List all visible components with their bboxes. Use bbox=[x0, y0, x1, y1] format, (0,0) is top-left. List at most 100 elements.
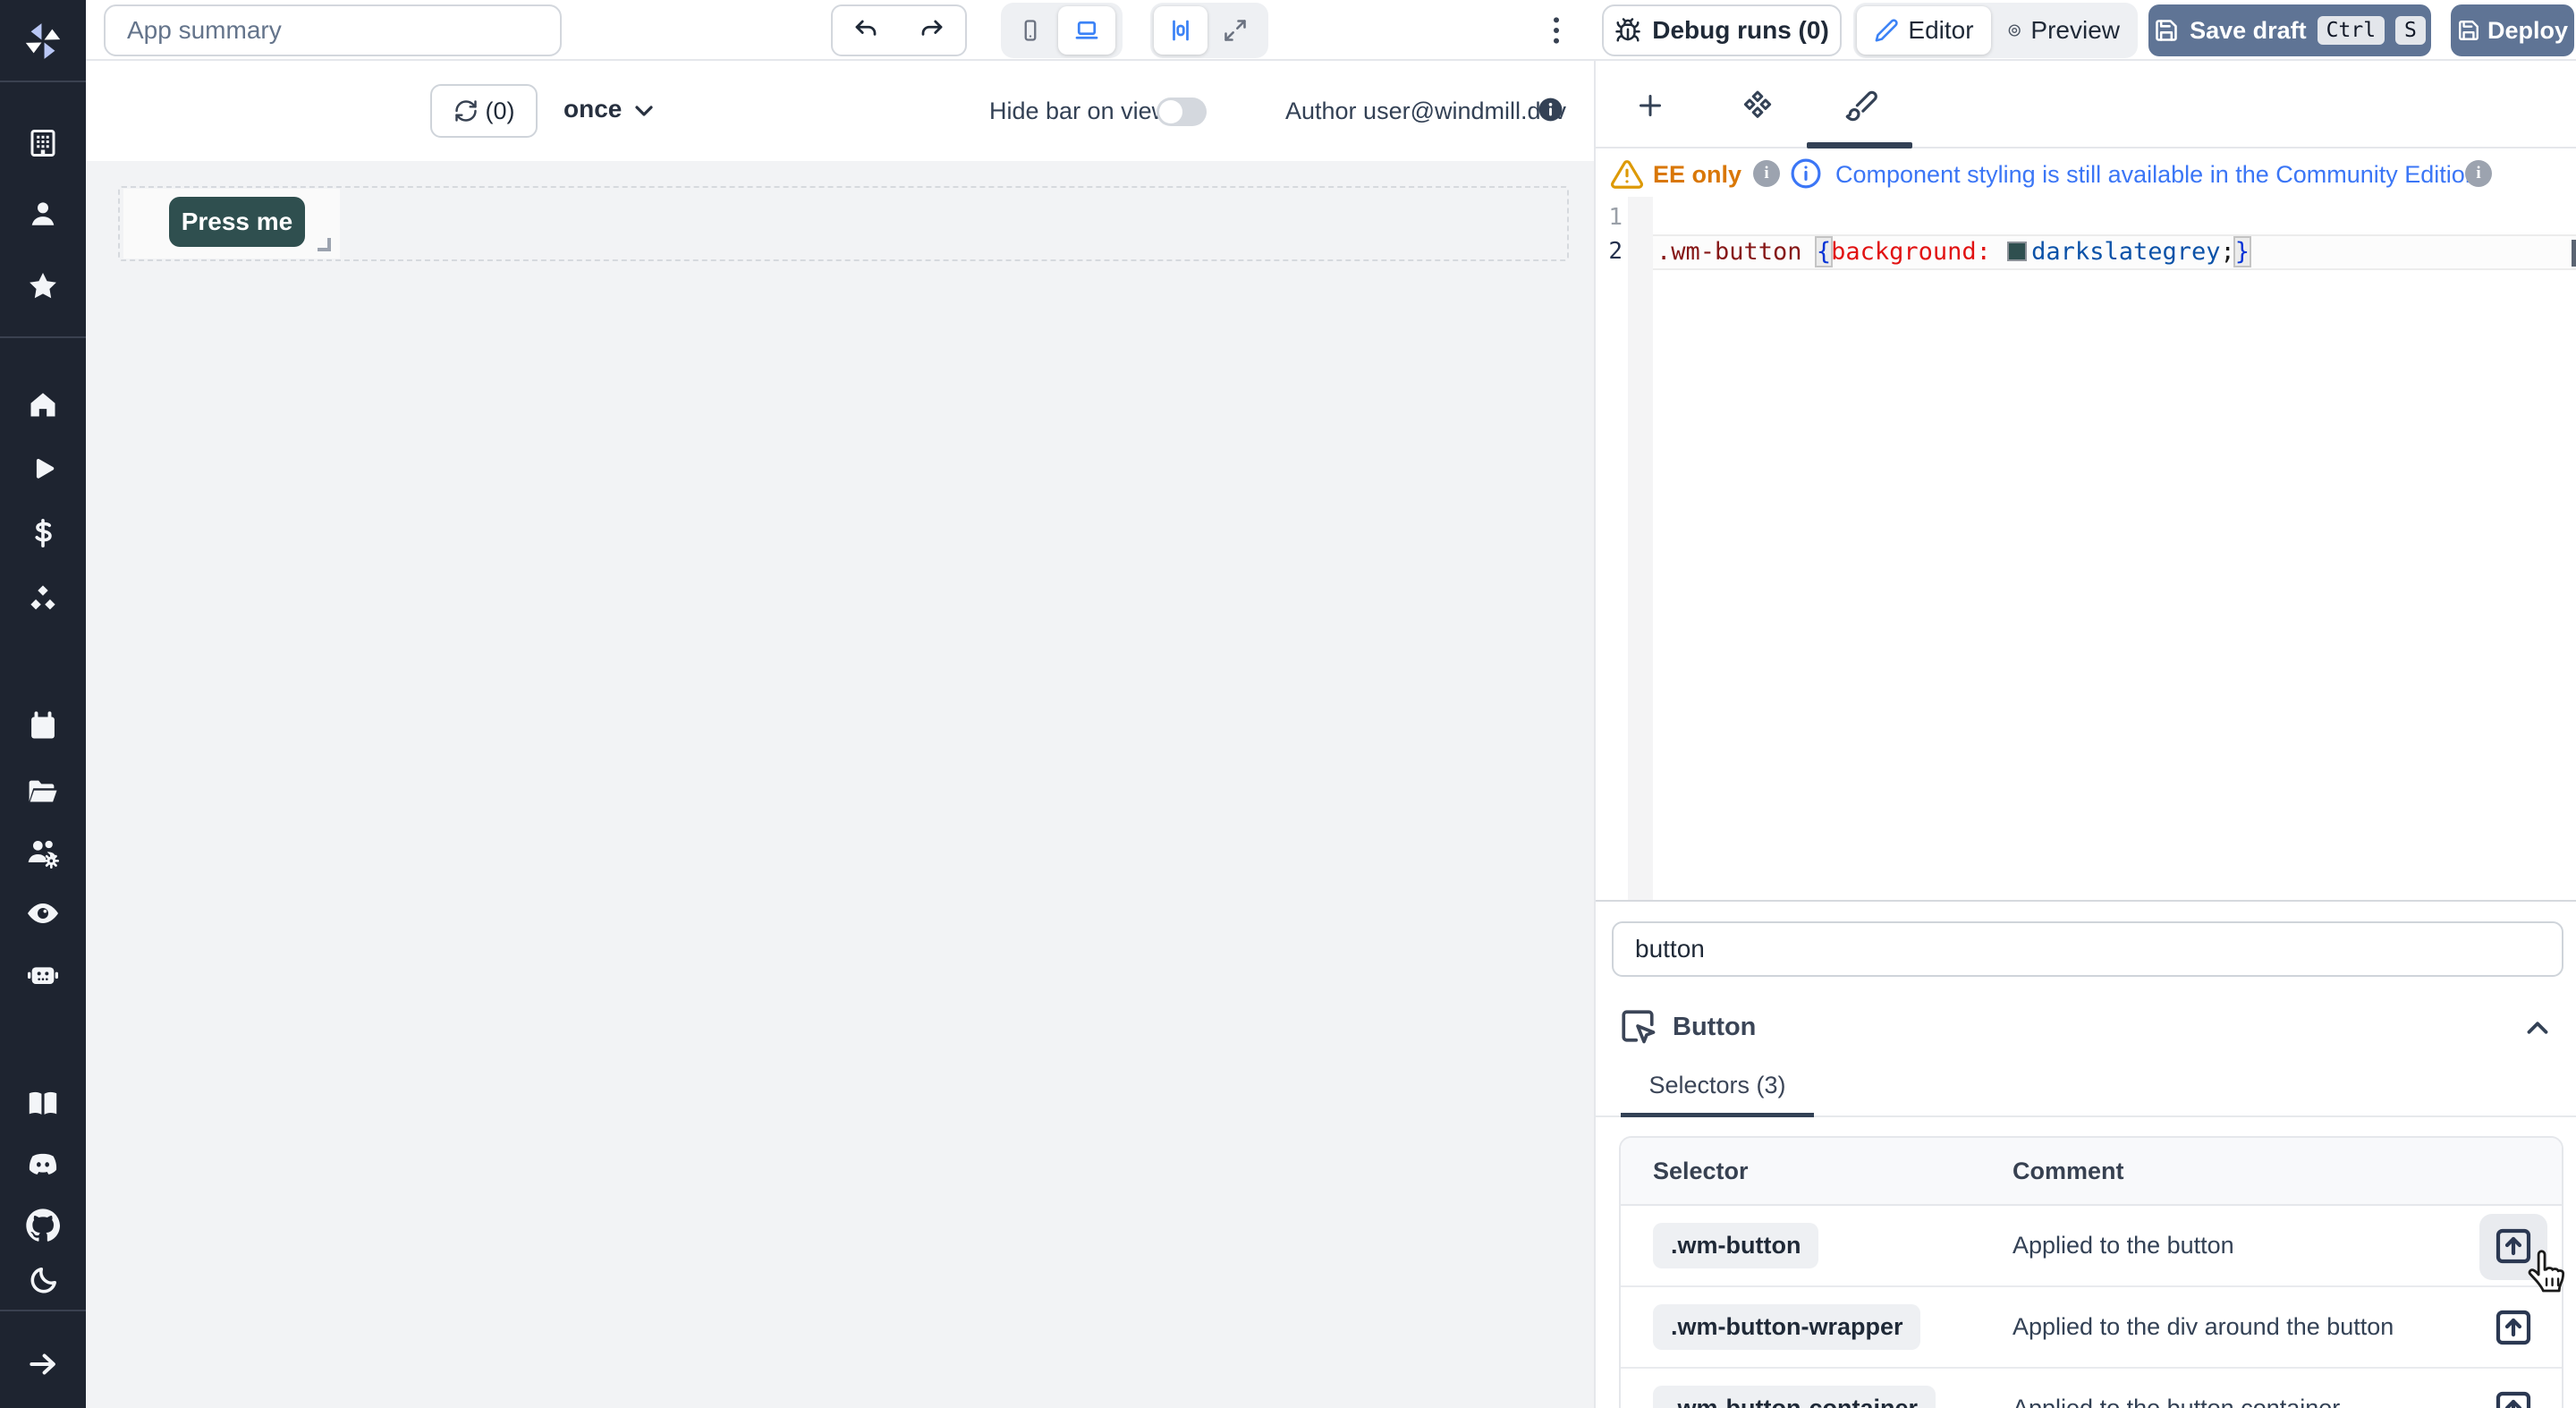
maximize-icon bbox=[1223, 18, 1248, 43]
hide-bar-toggle[interactable] bbox=[1157, 98, 1207, 126]
press-me-button[interactable]: Press me bbox=[169, 197, 305, 247]
dollar-icon bbox=[27, 517, 59, 549]
insert-selector-button[interactable] bbox=[2490, 1223, 2537, 1269]
css-code-line[interactable]: .wm-button {background: darkslategrey;} bbox=[1657, 236, 2250, 270]
css-editor[interactable]: 1 2 .wm-button {background: darkslategre… bbox=[1596, 197, 2576, 900]
schedule-dropdown[interactable] bbox=[630, 97, 658, 125]
tab-insert-component[interactable] bbox=[1610, 81, 1690, 131]
kbd-ctrl: Ctrl bbox=[2318, 16, 2385, 45]
windmill-logo[interactable] bbox=[21, 20, 64, 63]
sidebar-item-discord[interactable] bbox=[21, 1143, 64, 1186]
sidebar-divider bbox=[0, 81, 86, 82]
button-component-cell[interactable]: Press me bbox=[123, 189, 340, 259]
semicolon-token: ; bbox=[2221, 238, 2235, 266]
sidebar-item-resources[interactable] bbox=[21, 578, 64, 621]
sidebar-item-groups[interactable] bbox=[21, 831, 64, 874]
deploy-button[interactable]: Deploy bbox=[2451, 4, 2574, 56]
canvas-toolbar: (0) once Hide bar on view Author user@wi… bbox=[86, 61, 1594, 161]
sidebar-item-variables[interactable] bbox=[21, 512, 64, 555]
undo-button[interactable] bbox=[831, 4, 900, 56]
tab-components[interactable] bbox=[1717, 81, 1798, 131]
preview-icon bbox=[2007, 18, 2021, 43]
close-brace-token: } bbox=[2235, 238, 2250, 266]
mobile-view-button[interactable] bbox=[1004, 6, 1056, 55]
app-canvas[interactable]: Press me bbox=[86, 161, 1594, 1408]
redo-button[interactable] bbox=[898, 4, 967, 56]
users-settings-icon bbox=[25, 835, 61, 870]
active-tab-indicator bbox=[1807, 142, 1912, 148]
line-number: 2 bbox=[1596, 234, 1623, 268]
undo-icon bbox=[852, 17, 879, 44]
refresh-icon bbox=[453, 98, 479, 123]
editor-gutter bbox=[1628, 197, 1653, 900]
sidebar-item-github[interactable] bbox=[21, 1204, 64, 1247]
laptop-icon bbox=[1073, 17, 1100, 44]
boxes-icon bbox=[26, 582, 60, 616]
tab-preview[interactable]: Preview bbox=[1993, 6, 2134, 55]
windmill-logo-icon bbox=[22, 21, 64, 62]
app-summary-input[interactable] bbox=[104, 4, 562, 56]
refresh-button[interactable]: (0) bbox=[430, 84, 538, 138]
selector-pill: .wm-button bbox=[1653, 1223, 1818, 1268]
component-grid-row[interactable]: Press me bbox=[118, 186, 1569, 261]
sidebar-item-home[interactable] bbox=[21, 383, 64, 426]
selectors-tab[interactable]: Selectors (3) bbox=[1621, 1072, 1814, 1112]
community-edition-notice[interactable]: Component styling is still available in … bbox=[1835, 161, 2479, 189]
warning-triangle-icon bbox=[1610, 157, 1644, 191]
tab-preview-label: Preview bbox=[2030, 16, 2120, 45]
insert-selector-button[interactable] bbox=[2490, 1304, 2537, 1351]
css-selector-token: .wm-button bbox=[1657, 238, 1802, 266]
right-panel: EE only i Component styling is still ava… bbox=[1594, 61, 2576, 1408]
ee-warning-row: EE only i Component styling is still ava… bbox=[1596, 154, 2576, 197]
center-content-button[interactable] bbox=[1154, 6, 1208, 55]
color-swatch[interactable] bbox=[2007, 242, 2027, 261]
desktop-view-button[interactable] bbox=[1058, 6, 1115, 55]
tab-styling[interactable] bbox=[1821, 81, 1902, 131]
brush-icon bbox=[1844, 89, 1878, 123]
chevron-up-icon bbox=[2521, 1011, 2555, 1045]
star-icon bbox=[26, 269, 60, 303]
component-search-input[interactable] bbox=[1612, 921, 2563, 977]
sidebar-item-favorites[interactable] bbox=[21, 265, 64, 308]
sidebar-collapse-button[interactable] bbox=[21, 1343, 64, 1386]
user-icon bbox=[27, 198, 59, 230]
save-icon bbox=[2154, 18, 2179, 43]
sidebar-item-schedules[interactable] bbox=[21, 705, 64, 748]
sidebar-item-workers[interactable] bbox=[21, 953, 64, 996]
collapse-section-button[interactable] bbox=[2521, 1011, 2555, 1045]
tab-editor[interactable]: Editor bbox=[1857, 6, 1991, 55]
resize-handle[interactable] bbox=[318, 238, 331, 251]
sidebar-item-workspace[interactable] bbox=[21, 122, 64, 165]
eye-icon bbox=[25, 895, 61, 931]
insert-selector-button[interactable] bbox=[2490, 1386, 2537, 1408]
sidebar-item-docs[interactable] bbox=[21, 1082, 64, 1125]
sidebar-divider bbox=[0, 336, 86, 338]
notice-more-info-icon[interactable]: i bbox=[2465, 160, 2492, 187]
debug-runs-button[interactable]: Debug runs (0) bbox=[1602, 4, 1842, 56]
author-info-icon[interactable] bbox=[1537, 96, 1564, 123]
tab-editor-label: Editor bbox=[1908, 16, 1973, 45]
table-row: .wm-button-container Applied to the butt… bbox=[1621, 1369, 2562, 1408]
author-label: Author user@windmill.dev bbox=[1285, 98, 1566, 125]
schedule-mode-label[interactable]: once bbox=[564, 95, 622, 123]
fullscreen-button[interactable] bbox=[1209, 6, 1261, 55]
sidebar-item-runs[interactable] bbox=[21, 448, 64, 491]
github-icon bbox=[25, 1208, 61, 1243]
folder-open-icon bbox=[26, 774, 60, 808]
component-section-title: Button bbox=[1673, 1013, 1756, 1042]
sidebar-item-theme[interactable] bbox=[21, 1260, 64, 1302]
hide-bar-label: Hide bar on view bbox=[989, 98, 1169, 125]
components-diamonds-icon bbox=[1741, 89, 1775, 123]
sidebar-item-user[interactable] bbox=[21, 192, 64, 235]
save-draft-button[interactable]: Save draft Ctrl S bbox=[2148, 4, 2431, 56]
panel-divider[interactable] bbox=[1596, 900, 2576, 902]
save-draft-label: Save draft bbox=[2190, 17, 2307, 45]
more-menu-button[interactable] bbox=[1544, 9, 1569, 52]
chevron-down-icon bbox=[630, 97, 658, 125]
play-icon bbox=[28, 454, 58, 485]
sidebar-item-folders[interactable] bbox=[21, 769, 64, 812]
ee-info-icon[interactable]: i bbox=[1753, 160, 1780, 187]
line-number: 1 bbox=[1596, 200, 1623, 234]
sidebar-item-audit[interactable] bbox=[21, 892, 64, 935]
moon-icon bbox=[27, 1265, 59, 1297]
